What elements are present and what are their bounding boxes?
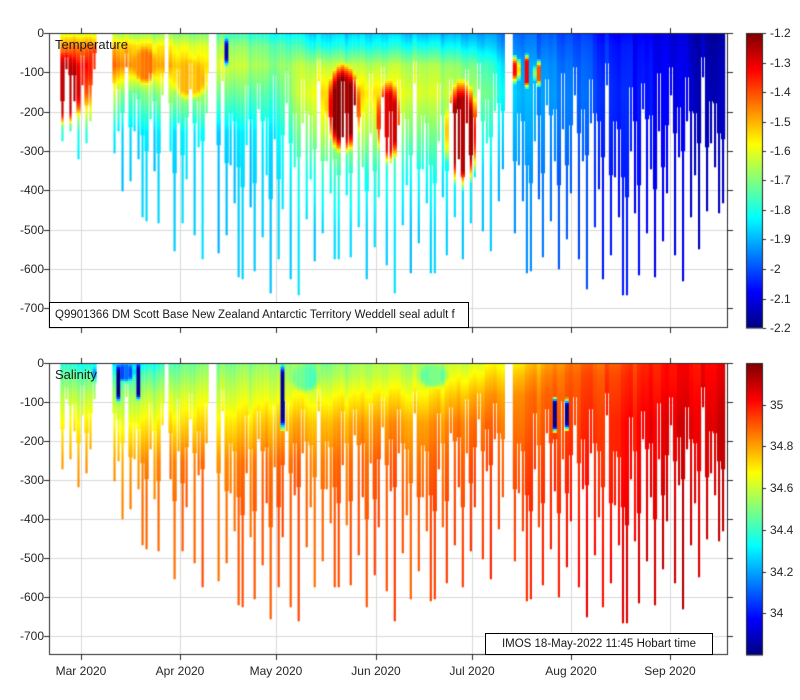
timestamp-annotation-box: IMOS 18-May-2022 11:45 Hobart time <box>485 633 713 655</box>
deployment-annotation-text: Q9901366 DM Scott Base New Zealand Antar… <box>55 309 455 321</box>
figure: Temperature Salinity Q9901366 DM Scott B… <box>0 0 800 700</box>
timestamp-annotation-text: IMOS 18-May-2022 11:45 Hobart time <box>501 638 697 650</box>
salinity-panel <box>49 363 728 655</box>
temperature-panel-title: Temperature <box>55 37 128 52</box>
temperature-panel <box>49 33 728 328</box>
deployment-annotation-box: Q9901366 DM Scott Base New Zealand Antar… <box>49 302 469 328</box>
salinity-panel-title: Salinity <box>55 367 97 382</box>
